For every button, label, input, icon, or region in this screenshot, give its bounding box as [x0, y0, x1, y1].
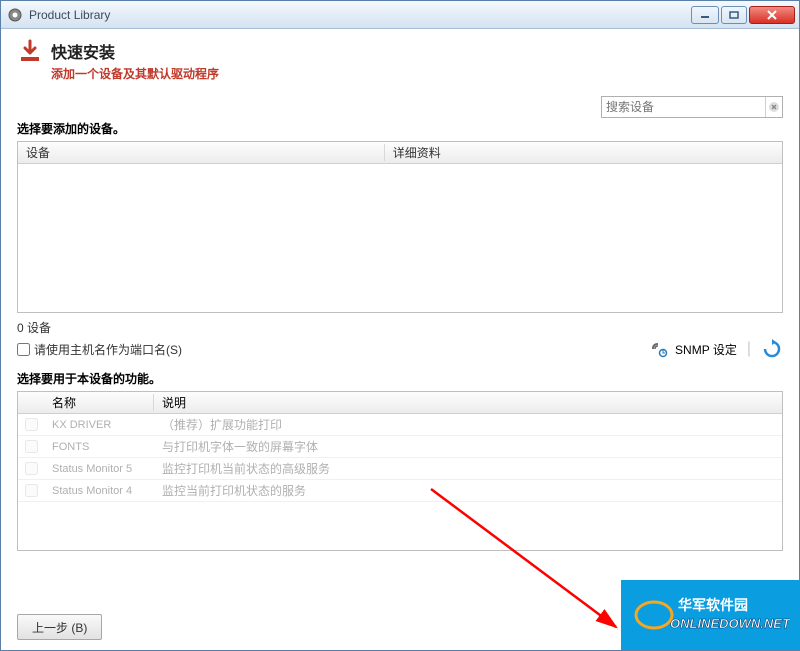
- device-count-row: 0 设备: [17, 319, 783, 336]
- function-name: FONTS: [44, 441, 154, 453]
- device-col-name[interactable]: 设备: [18, 144, 385, 161]
- function-desc: 监控打印机当前状态的高级服务: [154, 460, 782, 477]
- function-table-header: 名称 说明: [18, 392, 782, 414]
- maximize-button[interactable]: [721, 6, 747, 24]
- search-row: [17, 96, 783, 118]
- titlebar: Product Library: [1, 1, 799, 29]
- window-controls: [689, 6, 795, 24]
- close-button[interactable]: [749, 6, 795, 24]
- app-window: Product Library 快速安装 添加一个设备及其默认驱: [0, 0, 800, 651]
- search-box: [601, 96, 783, 118]
- back-button-label: 上一步 (B): [32, 619, 87, 636]
- device-count: 0 设备: [17, 319, 51, 336]
- quick-install-subtitle: 添加一个设备及其默认驱动程序: [51, 65, 219, 82]
- function-col-desc[interactable]: 说明: [154, 394, 782, 411]
- host-row: 请使用主机名作为端口名(S) SNMP 设定 |: [17, 338, 783, 360]
- window-title: Product Library: [29, 8, 689, 22]
- quick-install-text: 快速安装 添加一个设备及其默认驱动程序: [51, 39, 219, 82]
- function-checkbox: [25, 440, 38, 453]
- function-name: KX DRIVER: [44, 419, 154, 431]
- quick-install-header: 快速安装 添加一个设备及其默认驱动程序: [17, 39, 783, 82]
- function-name: Status Monitor 4: [44, 485, 154, 497]
- download-icon: [17, 39, 43, 65]
- function-checkbox: [25, 418, 38, 431]
- function-desc: 监控当前打印机状态的服务: [154, 482, 782, 499]
- use-hostname-checkbox[interactable]: 请使用主机名作为端口名(S): [17, 341, 182, 358]
- search-input[interactable]: [602, 100, 765, 114]
- function-row: Status Monitor 5 监控打印机当前状态的高级服务: [18, 458, 782, 480]
- content-area: 快速安装 添加一个设备及其默认驱动程序 选择要添加的设备。 设备 详细资料 0 …: [1, 29, 799, 650]
- function-col-name[interactable]: 名称: [44, 394, 154, 411]
- refresh-icon[interactable]: [761, 338, 783, 360]
- function-checkbox: [25, 462, 38, 475]
- device-section-label: 选择要添加的设备。: [17, 120, 783, 137]
- function-row: FONTS 与打印机字体一致的屏幕字体: [18, 436, 782, 458]
- back-button[interactable]: 上一步 (B): [17, 614, 102, 640]
- snmp-area: SNMP 设定 |: [651, 338, 783, 360]
- app-icon: [7, 7, 23, 23]
- watermark-badge: 华军软件园 ONLINEDOWN.NET: [621, 580, 799, 650]
- clear-search-icon[interactable]: [765, 97, 782, 117]
- watermark-en: ONLINEDOWN.NET: [670, 616, 790, 631]
- device-col-detail[interactable]: 详细资料: [385, 144, 782, 161]
- function-section-label: 选择要用于本设备的功能。: [17, 370, 783, 387]
- function-row: Status Monitor 4 监控当前打印机状态的服务: [18, 480, 782, 502]
- function-desc: （推荐）扩展功能打印: [154, 416, 782, 433]
- divider: |: [747, 340, 751, 358]
- function-checkbox: [25, 484, 38, 497]
- use-hostname-input[interactable]: [17, 343, 30, 356]
- snmp-label[interactable]: SNMP 设定: [675, 341, 737, 358]
- function-name: Status Monitor 5: [44, 463, 154, 475]
- device-table: 设备 详细资料: [17, 141, 783, 313]
- use-hostname-label: 请使用主机名作为端口名(S): [34, 341, 182, 358]
- device-table-header: 设备 详细资料: [18, 142, 782, 164]
- watermark-cn: 华军软件园: [678, 597, 748, 613]
- snmp-icon[interactable]: [651, 340, 669, 358]
- function-table: 名称 说明 KX DRIVER （推荐）扩展功能打印 FONTS 与打印机字体一…: [17, 391, 783, 551]
- minimize-button[interactable]: [691, 6, 719, 24]
- function-desc: 与打印机字体一致的屏幕字体: [154, 438, 782, 455]
- quick-install-title: 快速安装: [51, 39, 219, 63]
- function-row: KX DRIVER （推荐）扩展功能打印: [18, 414, 782, 436]
